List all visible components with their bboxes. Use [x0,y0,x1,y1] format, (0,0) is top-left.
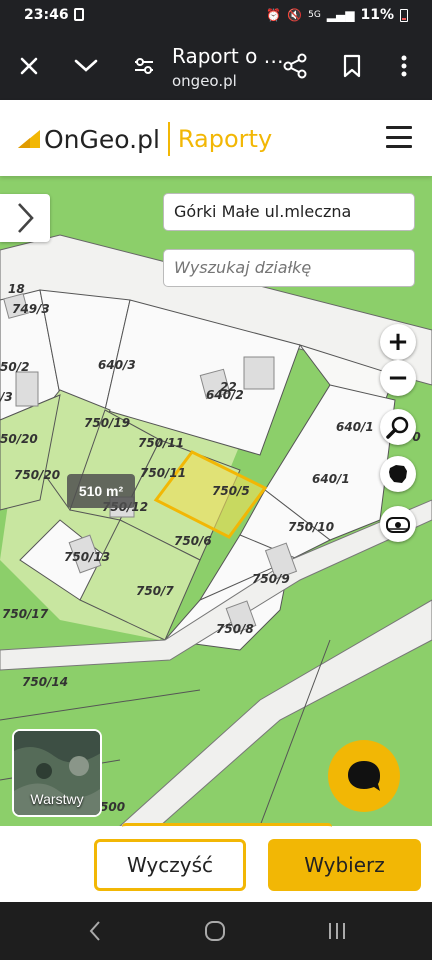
parcel-label: 640/1 [312,472,350,486]
minimize-button[interactable] [68,48,104,84]
parcel-label: 750/20 [14,468,61,482]
expand-panel-button[interactable] [0,194,50,242]
more-vert-icon [401,55,407,77]
more-options-button[interactable] [386,48,422,84]
location-field[interactable]: Górki Małe ul.mleczna [163,193,415,231]
parcel-label: 640/3 [98,358,136,372]
parcel-label: 18 [8,282,25,296]
alarm-icon: ⏰ [266,8,282,22]
zoom-out-button[interactable]: − [380,360,416,396]
parcel-label: 750/10 [288,520,335,534]
parcel-label: 750/19 [84,416,131,430]
recents-button[interactable] [322,916,352,946]
back-button[interactable] [80,916,110,946]
action-bar: Wyczyść Wybierz [0,823,432,902]
chat-button[interactable] [328,740,400,812]
parcel-label: 640/1 [336,420,374,434]
site-header: OnGeo.pl Raporty [0,100,432,176]
poland-map-icon [389,465,407,483]
parcel-label: 50/2 [0,360,30,374]
share-icon [283,53,307,79]
system-nav-bar [0,902,432,960]
select-button[interactable]: Wybierz [268,839,421,891]
close-tab-button[interactable] [11,48,47,84]
parcel-label: 750/9 [252,572,290,586]
parcel-label: 750/17 [2,607,49,621]
menu-icon-bar [386,135,412,139]
layers-label: Warstwy [30,791,84,807]
chevron-right-icon [18,203,34,233]
parcel-label: /3 [0,390,13,404]
menu-button[interactable] [386,126,412,148]
parcel-label: 50/20 [0,432,38,446]
notification-icon [74,8,84,21]
measure-button[interactable] [380,506,416,542]
parcel-label: 750/5 [212,484,250,498]
site-logo[interactable]: OnGeo.pl Raporty [16,122,272,156]
status-bar: 23:46 ⏰ 🔇 5G ▂▄▆ 11% [0,0,432,32]
browser-toolbar: Raport o … ongeo.pl [0,32,432,100]
parcel-label: 750/8 [216,622,254,636]
parcel-label: 750/11 [140,466,187,480]
parcel-label: 500 [100,800,126,814]
area-badge: 510 m² [67,474,135,508]
parcel-label: 640/2 [206,388,244,402]
battery-percent: 11% [360,7,394,23]
chat-icon [348,761,380,791]
clear-button[interactable]: Wyczyść [94,839,246,891]
home-icon [205,921,225,941]
sheet-handle [122,823,332,829]
status-icons: ⏰ 🔇 5G ▂▄▆ 11% [266,7,408,23]
parcel-search-field[interactable] [163,249,415,287]
parcel-label: 750/7 [136,584,174,598]
logo-divider [167,122,170,156]
close-icon [20,57,38,75]
parcel-label: 749/3 [12,302,50,316]
home-button[interactable] [200,916,230,946]
tune-icon [135,58,153,74]
parcel-search-input[interactable] [174,258,404,277]
page-url[interactable]: ongeo.pl [172,72,237,90]
search-map-button[interactable] [380,409,416,445]
bookmark-button[interactable] [334,48,370,84]
back-icon [89,921,100,941]
signal-icon: ▂▄▆ [326,8,355,22]
parcel-label: 750/13 [64,550,111,564]
parcel-label: 750/11 [138,436,185,450]
parcel-label: 750/6 [174,534,212,548]
section-name: Raporty [177,125,273,153]
parcel-label: 750/14 [22,675,69,689]
site-settings-button[interactable] [126,48,162,84]
menu-icon-bar [386,145,412,148]
zoom-in-button[interactable]: + [380,324,416,360]
brand-name: OnGeo.pl [44,124,160,154]
country-view-button[interactable] [380,456,416,492]
bookmark-icon [343,54,361,78]
status-time: 23:46 [24,7,69,23]
recents-icon [329,923,345,939]
mute-icon: 🔇 [287,8,303,22]
battery-icon [400,8,408,22]
magnifier-icon [386,416,409,439]
menu-icon-bar [386,126,412,129]
layers-button[interactable]: Warstwy [12,729,102,817]
logo-mark-icon [18,130,40,148]
chevron-down-icon [74,59,98,72]
network-label: 5G [308,10,321,20]
tape-measure-icon [386,517,410,533]
share-button[interactable] [277,48,313,84]
page-title: Raport o … [172,44,284,68]
